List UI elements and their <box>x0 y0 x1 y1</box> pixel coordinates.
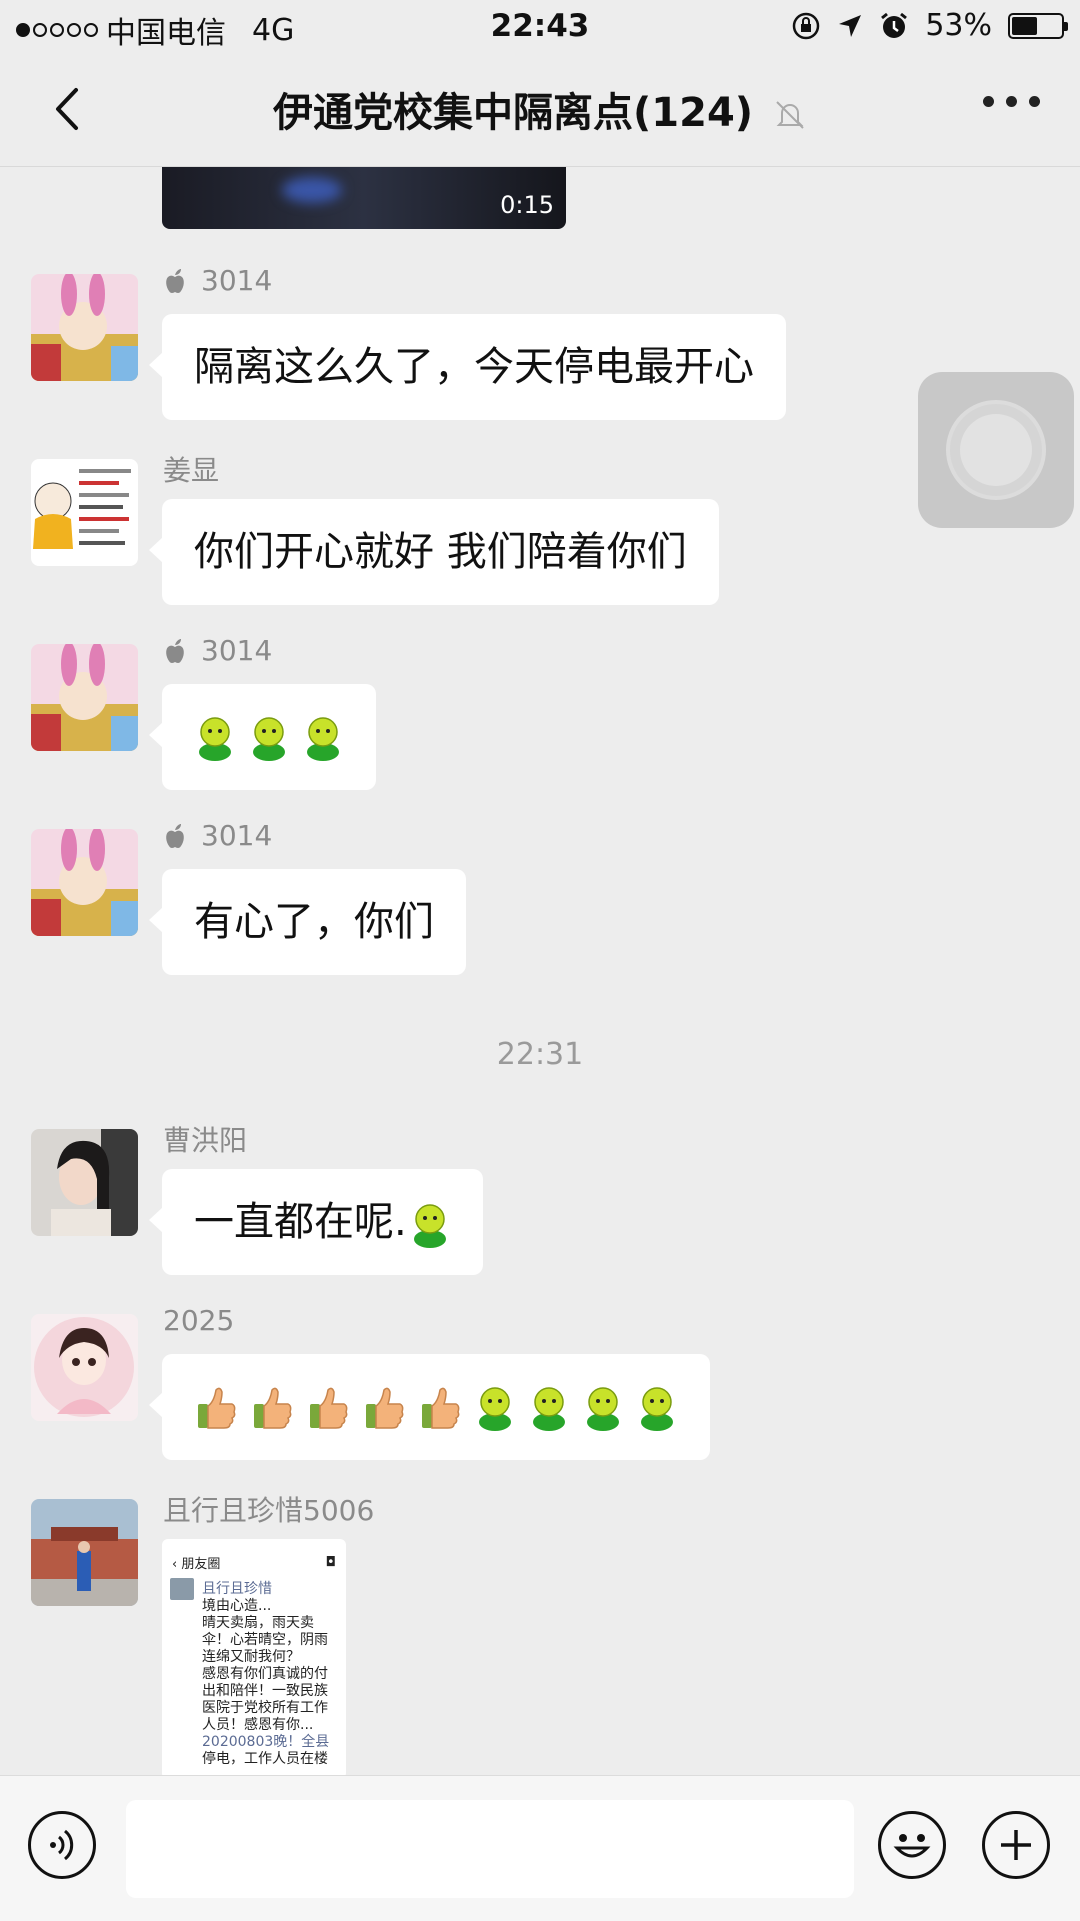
card-line: 医院于党校所有工作 <box>202 1700 328 1716</box>
emoji-row <box>194 684 344 790</box>
sender-name: 3014 <box>163 264 272 297</box>
card-header-title: 朋友圈 <box>181 1557 221 1572</box>
card-line: 出和陪伴！一致民族 <box>202 1683 328 1699</box>
sender-label: 2025 <box>163 1304 235 1337</box>
smiley-emoji-icon <box>479 1387 511 1431</box>
location-arrow-icon <box>839 14 862 37</box>
sender-label: 3014 <box>201 819 273 852</box>
card-line: 境由心造... <box>202 1598 272 1614</box>
smiley-emoji-icon <box>307 717 339 761</box>
message-bubble[interactable] <box>149 1354 710 1460</box>
chat-timestamp: 22:31 <box>496 1037 584 1072</box>
sender-name: 且行且珍惜5006 <box>163 1489 374 1529</box>
avatar[interactable] <box>31 1314 138 1421</box>
card-line: 晴天卖扇，雨天卖 <box>202 1615 314 1631</box>
apple-icon <box>166 638 184 663</box>
sender-label: 3014 <box>201 634 273 667</box>
message-text: 一直都在呢. <box>194 1199 407 1245</box>
message-bubble[interactable]: 一直都在呢. <box>149 1169 483 1275</box>
smiley-emoji-icon <box>413 1204 446 1248</box>
message-bubble[interactable]: 有心了，你们 <box>149 869 466 975</box>
sender-label: 3014 <box>201 264 273 297</box>
sender-name: 曹洪阳 <box>163 1119 247 1159</box>
thumbs-up-emoji-icon <box>198 1387 236 1429</box>
thumbs-up-emoji-icon <box>310 1387 348 1429</box>
voice-icon[interactable] <box>28 1811 96 1879</box>
video-duration: 0:15 <box>500 191 554 219</box>
camera-icon: ◘ <box>325 1555 336 1570</box>
smiley-emoji-icon <box>253 717 285 761</box>
smiley-emoji-icon <box>641 1387 673 1431</box>
card-author: 且行且珍惜 <box>202 1581 272 1597</box>
smiley-emoji-icon <box>587 1387 619 1431</box>
chat-title: 伊通党校集中隔离点(124) <box>0 80 1080 138</box>
nav-bar: 伊通党校集中隔离点(124) <box>0 54 1080 167</box>
thumbs-up-emoji-icon <box>366 1387 404 1429</box>
card-line: 感恩有你们真诚的付 <box>202 1666 328 1682</box>
alarm-icon <box>881 12 908 38</box>
message-bubble[interactable]: 隔离这么久了，今天停电最开心 <box>149 314 786 420</box>
thumbs-up-emoji-icon <box>254 1387 292 1429</box>
card-body: 且行且珍惜 境由心造... 晴天卖扇，雨天卖 伞！心若晴空，阴雨 连绵又耐我何？… <box>162 1578 346 1768</box>
bell-muted-icon <box>776 101 804 129</box>
sender-label: 曹洪阳 <box>163 1124 248 1157</box>
card-link-line: 20200803晚！全县 <box>202 1734 330 1750</box>
sender-name: 3014 <box>163 819 272 852</box>
apple-icon <box>166 823 184 848</box>
smiley-emoji-icon <box>199 717 231 761</box>
avatar[interactable] <box>31 644 138 751</box>
sender-label: 且行且珍惜5006 <box>163 1494 375 1527</box>
message-input[interactable] <box>126 1800 854 1898</box>
avatar[interactable] <box>31 1499 138 1606</box>
video-message[interactable]: 0:15 <box>162 167 566 229</box>
sender-name: 姜显 <box>163 449 219 489</box>
plus-icon[interactable] <box>982 1811 1050 1879</box>
smiley-emoji-icon <box>533 1387 565 1431</box>
card-header: ‹ 朋友圈 ◘ <box>162 1539 346 1578</box>
shared-moments-card[interactable]: ‹ 朋友圈 ◘ 且行且珍惜 境由心造... 晴天卖扇，雨天卖 伞！心若晴空，阴雨… <box>162 1539 346 1775</box>
chevron-left-icon: ‹ <box>172 1557 182 1572</box>
card-line: 伞！心若晴空，阴雨 <box>202 1632 328 1648</box>
battery-icon <box>1008 12 1068 39</box>
thumbs-up-emoji-icon <box>422 1387 460 1429</box>
card-line: 人员！感恩有你... <box>202 1717 314 1733</box>
card-line: 连绵又耐我何？ <box>202 1649 300 1665</box>
assistive-touch-button[interactable] <box>918 372 1074 528</box>
status-right: 53% <box>791 8 1068 43</box>
card-line: 停电，工作人员在楼 <box>202 1751 328 1767</box>
apple-icon <box>166 268 184 293</box>
chat-title-text: 伊通党校集中隔离点(124) <box>273 90 754 136</box>
sender-name: 2025 <box>163 1304 234 1337</box>
message-bubble[interactable] <box>149 684 376 790</box>
avatar[interactable] <box>31 1129 138 1236</box>
avatar[interactable] <box>31 274 138 381</box>
status-bar: 中国电信 4G 22:43 53% <box>0 0 1080 54</box>
input-bar <box>0 1775 1080 1921</box>
card-avatar <box>170 1578 194 1600</box>
sender-name: 3014 <box>163 634 272 667</box>
battery-percent: 53% <box>925 8 992 43</box>
avatar[interactable] <box>31 829 138 936</box>
emoji-icon[interactable] <box>878 1811 946 1879</box>
avatar[interactable] <box>31 459 138 566</box>
emoji-row <box>194 1354 678 1460</box>
more-dots-icon[interactable] <box>983 96 1040 107</box>
message-bubble[interactable]: 你们开心就好 我们陪着你们 <box>149 499 719 605</box>
rotation-lock-icon <box>793 12 820 39</box>
sender-label: 姜显 <box>163 454 220 487</box>
